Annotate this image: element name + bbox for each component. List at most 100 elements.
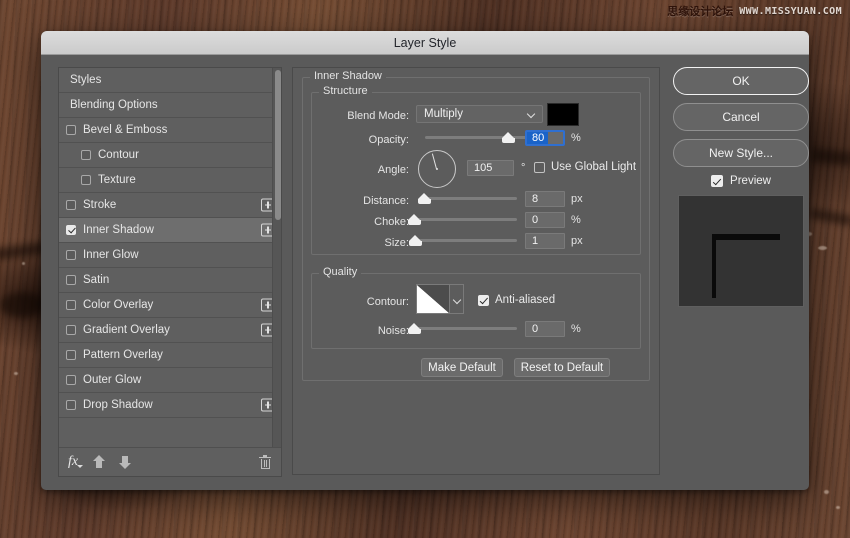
sidebar-item-inner-shadow[interactable]: Inner Shadow bbox=[59, 218, 281, 243]
slider-knob[interactable] bbox=[502, 132, 515, 143]
layer-preview-thumbnail bbox=[678, 195, 804, 307]
blend-mode-select[interactable]: Multiply bbox=[416, 105, 543, 123]
arrow-down-icon[interactable] bbox=[119, 455, 131, 469]
angle-dial-hand bbox=[432, 153, 437, 169]
sidebar-item-label: Outer Glow bbox=[83, 374, 141, 386]
new-style-button[interactable]: New Style... bbox=[673, 139, 809, 167]
checkbox-texture[interactable] bbox=[81, 175, 91, 185]
sidebar-item-label: Bevel & Emboss bbox=[83, 124, 167, 136]
checkbox-inner-glow[interactable] bbox=[66, 250, 76, 260]
sidebar-item-texture[interactable]: Texture bbox=[59, 168, 281, 193]
anti-aliased-row[interactable]: Anti-aliased bbox=[478, 294, 555, 306]
anti-aliased-label: Anti-aliased bbox=[495, 294, 555, 306]
sidebar-item-label: Satin bbox=[83, 274, 109, 286]
sidebar-item-stroke[interactable]: Stroke bbox=[59, 193, 281, 218]
noise-slider[interactable] bbox=[414, 322, 517, 336]
styles-list[interactable]: Styles Blending Options Bevel & Emboss C… bbox=[59, 68, 281, 448]
slider-knob[interactable] bbox=[418, 193, 431, 204]
arrow-up-icon[interactable] bbox=[93, 455, 105, 469]
contour-dropdown-button[interactable] bbox=[450, 284, 464, 314]
contour-curve-thumbnail bbox=[417, 285, 449, 313]
slider-track bbox=[414, 218, 517, 221]
watermark-url-text: WWW.MISSYUAN.COM bbox=[739, 6, 842, 17]
sidebar-item-label: Blending Options bbox=[70, 99, 158, 111]
checkbox-inner-shadow[interactable] bbox=[66, 225, 76, 235]
checkbox-outer-glow[interactable] bbox=[66, 375, 76, 385]
noise-unit: % bbox=[571, 323, 581, 335]
slider-knob[interactable] bbox=[408, 323, 421, 334]
sidebar-item-color-overlay[interactable]: Color Overlay bbox=[59, 293, 281, 318]
opacity-input[interactable]: 80 bbox=[525, 130, 565, 146]
choke-value: 0 bbox=[532, 214, 538, 226]
size-label: Size: bbox=[313, 237, 409, 249]
sidebar-item-label: Styles bbox=[70, 74, 101, 86]
make-default-button[interactable]: Make Default bbox=[421, 358, 503, 377]
sidebar-item-blending-options[interactable]: Blending Options bbox=[59, 93, 281, 118]
preview-toggle-row[interactable]: Preview bbox=[673, 175, 809, 187]
opacity-slider[interactable] bbox=[425, 131, 529, 145]
sidebar-item-pattern-overlay[interactable]: Pattern Overlay bbox=[59, 343, 281, 368]
dialog-body: Styles Blending Options Bevel & Emboss C… bbox=[41, 55, 809, 490]
slider-track bbox=[421, 197, 517, 200]
checkbox-preview[interactable] bbox=[711, 175, 723, 187]
contour-preset-swatch[interactable] bbox=[416, 284, 450, 314]
sidebar-item-satin[interactable]: Satin bbox=[59, 268, 281, 293]
checkbox-pattern-overlay[interactable] bbox=[66, 350, 76, 360]
checkbox-anti-aliased[interactable] bbox=[478, 295, 489, 306]
checkbox-satin[interactable] bbox=[66, 275, 76, 285]
angle-dial[interactable] bbox=[418, 150, 456, 188]
sidebar-item-drop-shadow[interactable]: Drop Shadow bbox=[59, 393, 281, 418]
size-value: 1 bbox=[532, 235, 538, 247]
scrollbar-thumb[interactable] bbox=[275, 70, 281, 220]
use-global-light-row[interactable]: Use Global Light bbox=[534, 161, 636, 173]
cancel-button[interactable]: Cancel bbox=[673, 103, 809, 131]
sidebar-item-styles[interactable]: Styles bbox=[59, 68, 281, 93]
sidebar-item-outer-glow[interactable]: Outer Glow bbox=[59, 368, 281, 393]
ok-button[interactable]: OK bbox=[673, 67, 809, 95]
checkbox-stroke[interactable] bbox=[66, 200, 76, 210]
wood-fleck bbox=[836, 506, 840, 509]
distance-input[interactable]: 8 bbox=[525, 191, 565, 207]
dialog-title: Layer Style bbox=[394, 36, 457, 50]
groupbox-frame bbox=[311, 273, 641, 349]
checkbox-color-overlay[interactable] bbox=[66, 300, 76, 310]
slider-knob[interactable] bbox=[409, 235, 422, 246]
choke-input[interactable]: 0 bbox=[525, 212, 565, 228]
angle-value: 105 bbox=[474, 162, 492, 174]
checkbox-bevel-and-emboss[interactable] bbox=[66, 125, 76, 135]
distance-slider[interactable] bbox=[421, 192, 517, 206]
checkbox-use-global-light[interactable] bbox=[534, 162, 545, 173]
sidebar-item-contour[interactable]: Contour bbox=[59, 143, 281, 168]
sidebar-item-inner-glow[interactable]: Inner Glow bbox=[59, 243, 281, 268]
choke-slider[interactable] bbox=[414, 213, 517, 227]
choke-label: Choke: bbox=[313, 216, 409, 228]
sidebar-item-label: Stroke bbox=[83, 199, 116, 211]
quality-groupbox: Quality bbox=[311, 273, 641, 349]
sidebar-item-label: Drop Shadow bbox=[83, 399, 153, 411]
dialog-titlebar[interactable]: Layer Style bbox=[41, 31, 809, 55]
shadow-color-swatch[interactable] bbox=[547, 103, 579, 126]
fx-icon[interactable]: fx bbox=[68, 455, 78, 469]
wood-fleck bbox=[22, 262, 25, 265]
size-input[interactable]: 1 bbox=[525, 233, 565, 249]
noise-label: Noise: bbox=[313, 325, 409, 337]
noise-input[interactable]: 0 bbox=[525, 321, 565, 337]
checkbox-drop-shadow[interactable] bbox=[66, 400, 76, 410]
size-slider[interactable] bbox=[414, 234, 517, 248]
checkbox-contour[interactable] bbox=[81, 150, 91, 160]
sidebar-item-label: Pattern Overlay bbox=[83, 349, 163, 361]
preview-label: Preview bbox=[730, 175, 771, 187]
size-unit: px bbox=[571, 235, 583, 247]
slider-knob[interactable] bbox=[408, 214, 421, 225]
styles-list-scrollbar[interactable] bbox=[272, 68, 281, 447]
angle-input[interactable]: 105 bbox=[467, 160, 514, 176]
wood-fleck bbox=[14, 372, 18, 375]
checkbox-gradient-overlay[interactable] bbox=[66, 325, 76, 335]
sidebar-item-label: Contour bbox=[98, 149, 139, 161]
blend-mode-value: Multiply bbox=[424, 108, 463, 120]
trash-icon[interactable] bbox=[259, 455, 271, 469]
sidebar-item-bevel-and-emboss[interactable]: Bevel & Emboss bbox=[59, 118, 281, 143]
sidebar-item-gradient-overlay[interactable]: Gradient Overlay bbox=[59, 318, 281, 343]
reset-to-default-button[interactable]: Reset to Default bbox=[514, 358, 610, 377]
inner-shadow-settings-panel: Inner Shadow Structure Blend Mode: Multi… bbox=[292, 67, 660, 475]
